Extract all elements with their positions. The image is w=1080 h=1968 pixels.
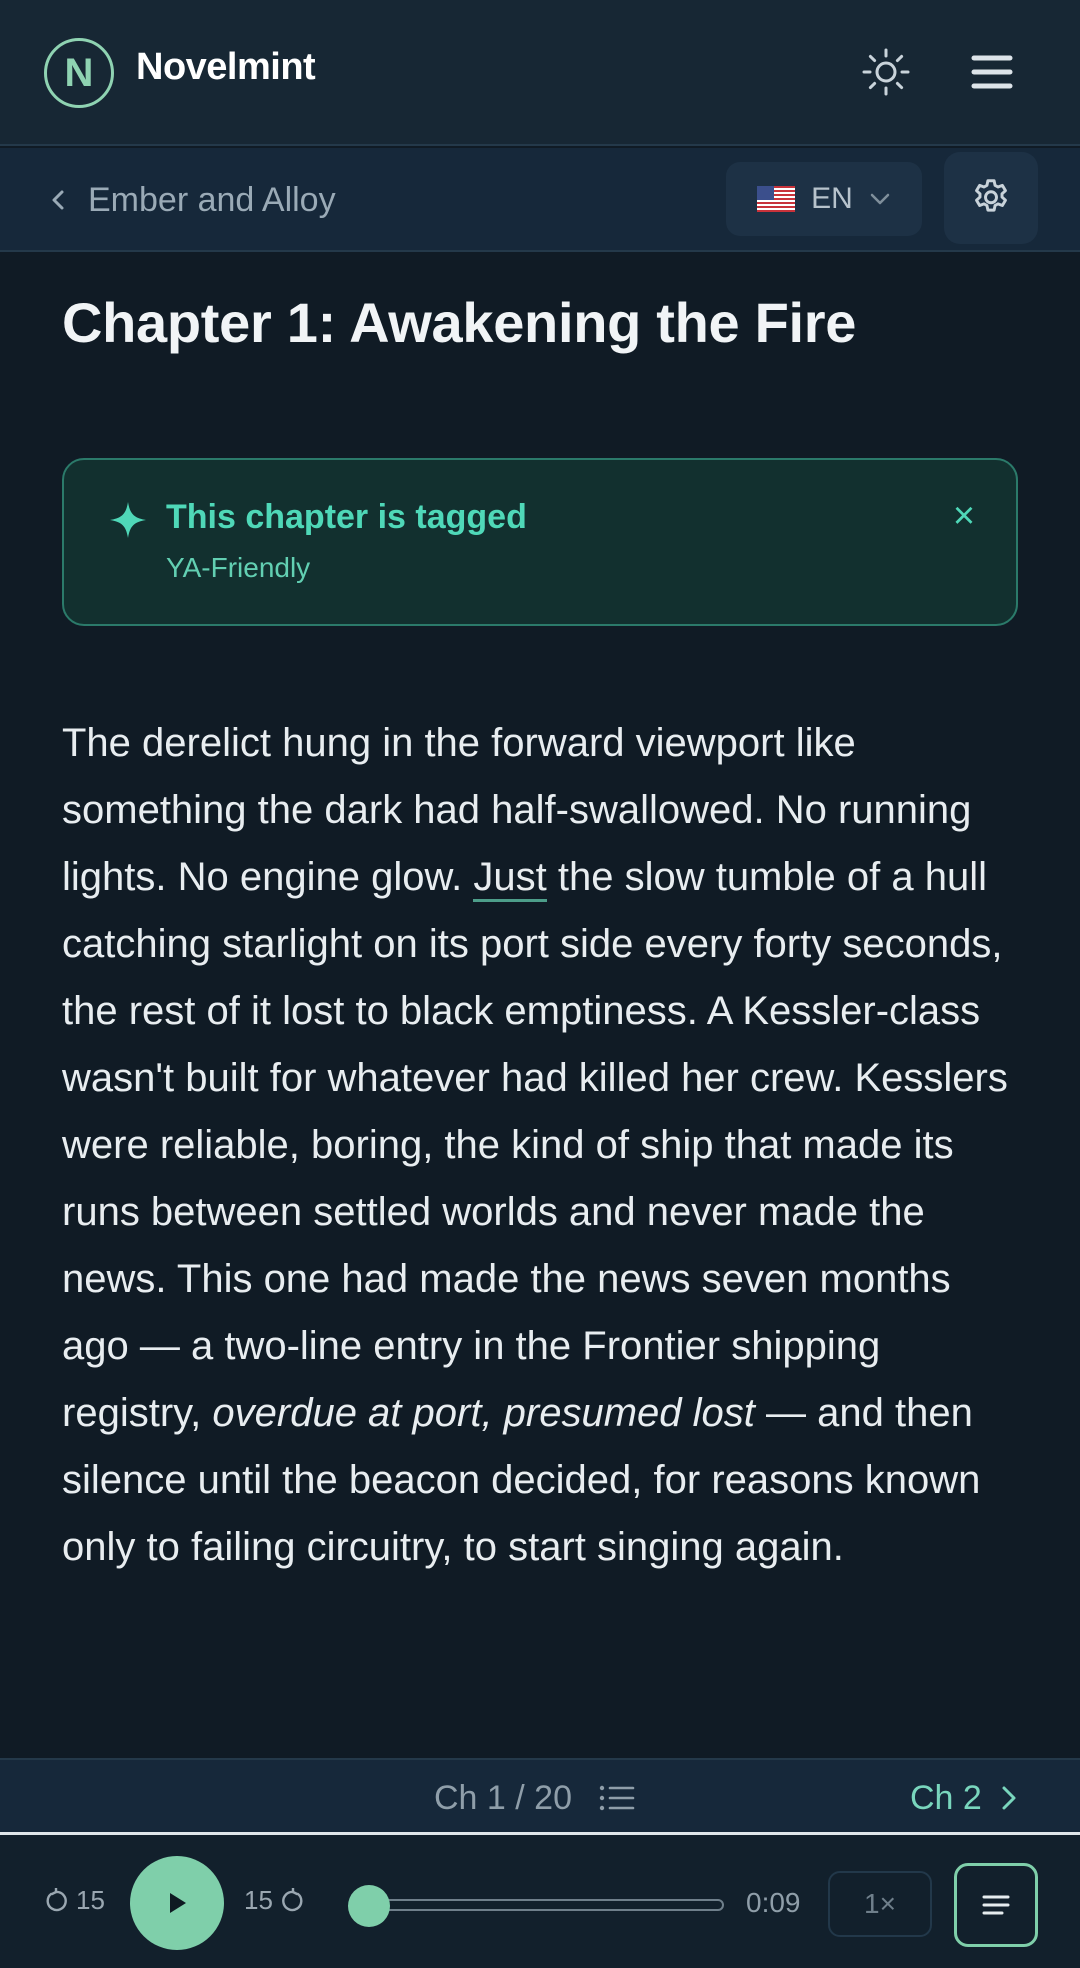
chapter-body: The derelict hung in the forward viewpor… <box>62 710 1022 1581</box>
chapter-tag-notice: This chapter is tagged YA-Friendly × <box>62 458 1018 626</box>
brand-logo[interactable]: N <box>44 38 114 108</box>
lines-icon <box>982 1895 1010 1915</box>
forward-icon <box>282 1887 303 1911</box>
story-italic-text: overdue at port, presumed lost <box>212 1391 755 1435</box>
top-app-bar: N Novelmint <box>0 0 1080 146</box>
chapter-navigation: Ch 1 / 20 Ch 2 <box>0 1758 1080 1832</box>
chevron-right-icon <box>1002 1786 1016 1810</box>
rewind-icon <box>46 1887 67 1911</box>
next-chapter-label: Ch 2 <box>910 1778 982 1817</box>
chevron-left-icon <box>52 190 64 210</box>
gear-icon <box>975 179 1007 212</box>
brand-name[interactable]: Novelmint <box>136 46 316 89</box>
transcript-toggle-button[interactable] <box>954 1863 1038 1947</box>
story-text: the slow tumble of a hull catching starl… <box>62 855 1008 1435</box>
highlighted-word[interactable]: Just <box>473 855 547 902</box>
book-title: Ember and Alloy <box>88 180 336 219</box>
audio-player: 15 15 0:09 1× <box>0 1832 1080 1968</box>
language-select[interactable]: EN <box>726 162 922 236</box>
forward-seconds: 15 <box>244 1885 273 1915</box>
close-icon[interactable]: × <box>946 497 982 535</box>
play-icon <box>170 1893 186 1913</box>
logo-letter: N <box>64 51 94 95</box>
us-flag-icon <box>757 186 796 212</box>
main-menu-button[interactable] <box>966 46 1018 98</box>
chapter-list-button[interactable]: Ch 1 / 20 <box>434 1778 636 1818</box>
list-icon <box>599 1785 635 1811</box>
language-code: EN <box>811 182 853 215</box>
chapter-position: Ch 1 / 20 <box>434 1778 572 1817</box>
playback-speed-button[interactable]: 1× <box>828 1871 932 1937</box>
tag-notice-title: This chapter is tagged <box>166 498 527 536</box>
progress-track[interactable] <box>352 1899 724 1911</box>
next-chapter-button[interactable]: Ch 2 <box>910 1778 1018 1818</box>
rewind-seconds: 15 <box>76 1885 105 1915</box>
tag-notice-tag[interactable]: YA-Friendly <box>166 552 310 584</box>
chapter-title: Chapter 1: Awakening the Fire <box>62 291 857 354</box>
rewind-button[interactable]: 15 <box>44 1885 105 1916</box>
theme-toggle-button[interactable] <box>860 46 912 98</box>
reader-settings-button[interactable] <box>944 152 1038 244</box>
chevron-down-icon <box>870 193 890 205</box>
hamburger-menu-icon <box>971 55 1013 89</box>
reader-app: N Novelmint Ember and Alloy EN Chapter 1… <box>0 0 1080 1968</box>
elapsed-time: 0:09 <box>746 1887 801 1918</box>
book-nav-bar: Ember and Alloy EN <box>0 148 1080 252</box>
forward-button[interactable]: 15 <box>244 1885 305 1916</box>
play-button[interactable] <box>130 1856 224 1950</box>
progress-thumb[interactable] <box>348 1885 390 1927</box>
sparkle-icon <box>110 502 146 538</box>
sun-icon <box>862 48 910 96</box>
back-to-book-link[interactable]: Ember and Alloy <box>50 176 336 224</box>
